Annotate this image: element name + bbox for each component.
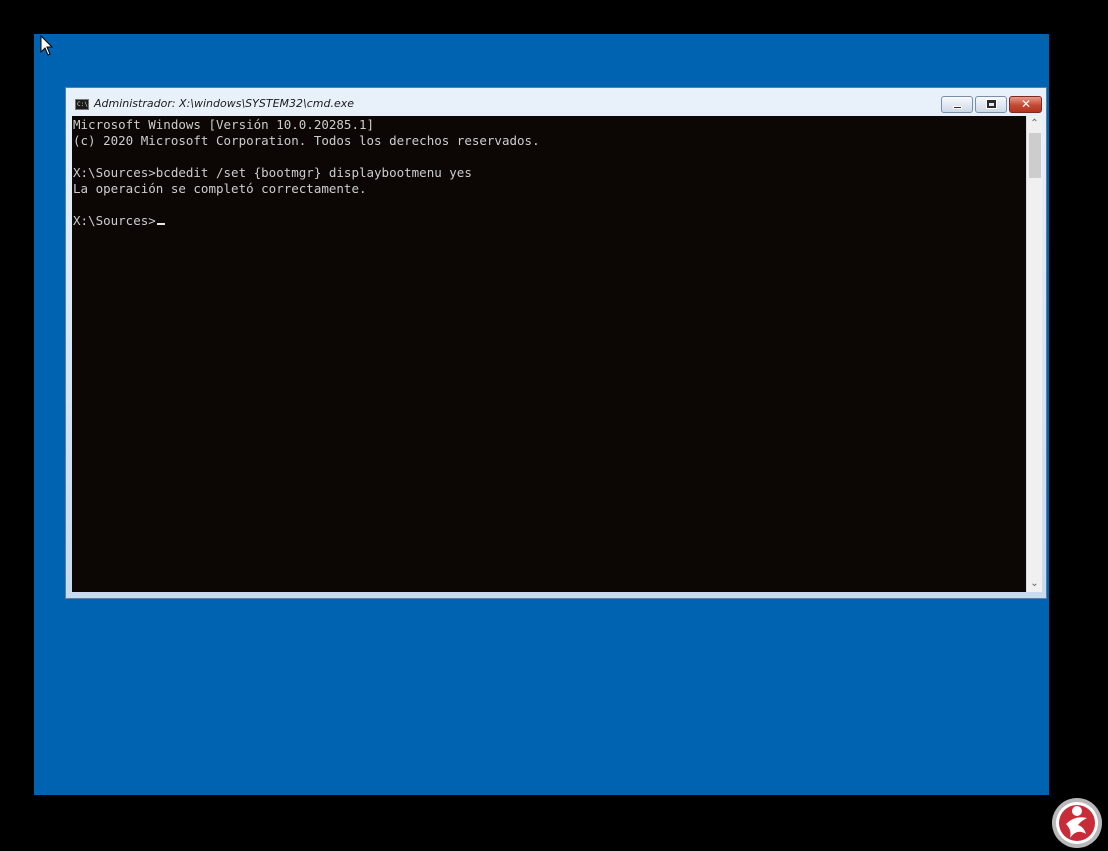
cmd-icon-label: C:\ bbox=[77, 101, 88, 108]
window-title: Administrador: X:\windows\SYSTEM32\cmd.e… bbox=[94, 97, 355, 110]
vertical-scrollbar[interactable]: ⌃ ⌄ bbox=[1026, 116, 1042, 592]
maximize-icon bbox=[987, 100, 996, 108]
text-cursor bbox=[156, 223, 165, 225]
cmd-icon[interactable]: C:\ bbox=[75, 99, 89, 110]
console-line: Microsoft Windows [Versión 10.0.20285.1] bbox=[73, 117, 375, 132]
minimize-button[interactable] bbox=[941, 96, 973, 113]
minimize-icon bbox=[953, 106, 962, 109]
command-prompt: X:\Sources> bbox=[73, 213, 156, 228]
command-prompt-line[interactable]: X:\Sources> bbox=[73, 213, 165, 229]
cmd-window[interactable]: C:\ Administrador: X:\windows\SYSTEM32\c… bbox=[65, 87, 1047, 599]
title-bar[interactable]: C:\ Administrador: X:\windows\SYSTEM32\c… bbox=[66, 88, 1046, 116]
maximize-button[interactable] bbox=[975, 96, 1007, 113]
close-icon: ✕ bbox=[1021, 97, 1032, 111]
scroll-up-icon[interactable]: ⌃ bbox=[1027, 116, 1042, 132]
console-line: (c) 2020 Microsoft Corporation. Todos lo… bbox=[73, 133, 540, 148]
scroll-thumb[interactable] bbox=[1029, 133, 1041, 178]
close-button[interactable]: ✕ bbox=[1009, 96, 1042, 113]
person-logo-icon bbox=[1052, 798, 1102, 848]
console-output[interactable]: Microsoft Windows [Versión 10.0.20285.1]… bbox=[72, 116, 1026, 592]
console-line: La operación se completó correctamente. bbox=[73, 181, 367, 196]
console-line: X:\Sources>bcdedit /set {bootmgr} displa… bbox=[73, 165, 472, 180]
scroll-down-icon[interactable]: ⌄ bbox=[1027, 576, 1042, 592]
mouse-pointer-icon bbox=[40, 35, 54, 56]
